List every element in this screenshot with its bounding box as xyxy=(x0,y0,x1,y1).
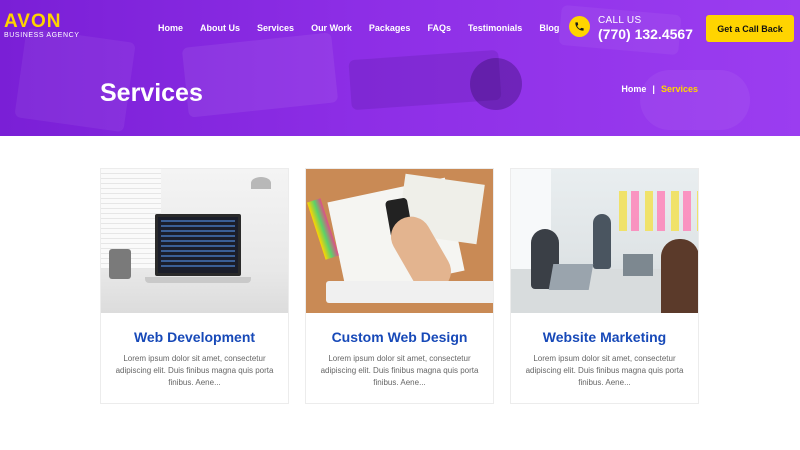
phone-icon xyxy=(569,16,590,37)
service-card-custom-web-design[interactable]: Custom Web Design Lorem ipsum dolor sit … xyxy=(305,168,494,404)
service-title[interactable]: Custom Web Design xyxy=(306,329,493,345)
service-card-web-development[interactable]: Web Development Lorem ipsum dolor sit am… xyxy=(100,168,289,404)
main-nav: Home About Us Services Our Work Packages… xyxy=(158,23,576,33)
get-a-call-back-button[interactable]: Get a Call Back xyxy=(706,15,794,42)
background-photo-laptop xyxy=(181,32,339,118)
call-us-label: CALL US xyxy=(598,15,642,26)
site-logo[interactable]: AVON BUSINESS AGENCY xyxy=(4,12,84,40)
nav-item-our-work[interactable]: Our Work xyxy=(311,23,352,33)
breadcrumb-separator: | xyxy=(652,84,655,94)
breadcrumb-home[interactable]: Home xyxy=(621,84,646,94)
logo-wordmark: AVON xyxy=(4,11,62,32)
page-title: Services xyxy=(100,79,203,107)
nav-item-faqs[interactable]: FAQs xyxy=(427,23,451,33)
phone-number[interactable]: (770) 132.4567 xyxy=(598,26,693,42)
nav-item-home[interactable]: Home xyxy=(158,23,183,33)
background-photo-hand xyxy=(640,70,750,130)
service-image-team-meeting xyxy=(511,169,698,313)
service-description: Lorem ipsum dolor sit amet, consectetur … xyxy=(115,354,274,387)
service-description: Lorem ipsum dolor sit amet, consectetur … xyxy=(320,354,479,387)
nav-item-blog[interactable]: Blog xyxy=(539,23,559,33)
page-banner: AVON BUSINESS AGENCY Home About Us Servi… xyxy=(0,0,800,136)
background-photo-camera xyxy=(470,58,522,110)
service-card-website-marketing[interactable]: Website Marketing Lorem ipsum dolor sit … xyxy=(510,168,699,404)
service-image-design-desk xyxy=(306,169,493,313)
breadcrumb: Home | Services xyxy=(621,84,698,94)
services-grid: Web Development Lorem ipsum dolor sit am… xyxy=(100,168,699,404)
phone-icon-glyph xyxy=(575,22,584,31)
nav-item-about-us[interactable]: About Us xyxy=(200,23,240,33)
nav-item-services[interactable]: Services xyxy=(257,23,294,33)
logo-tagline: BUSINESS AGENCY xyxy=(4,32,80,39)
service-title[interactable]: Website Marketing xyxy=(511,329,698,345)
service-title[interactable]: Web Development xyxy=(101,329,288,345)
breadcrumb-current: Services xyxy=(660,84,698,94)
nav-item-packages[interactable]: Packages xyxy=(369,23,411,33)
nav-item-testimonials[interactable]: Testimonials xyxy=(468,23,522,33)
service-description: Lorem ipsum dolor sit amet, consectetur … xyxy=(525,354,684,387)
service-image-laptop xyxy=(101,169,288,313)
